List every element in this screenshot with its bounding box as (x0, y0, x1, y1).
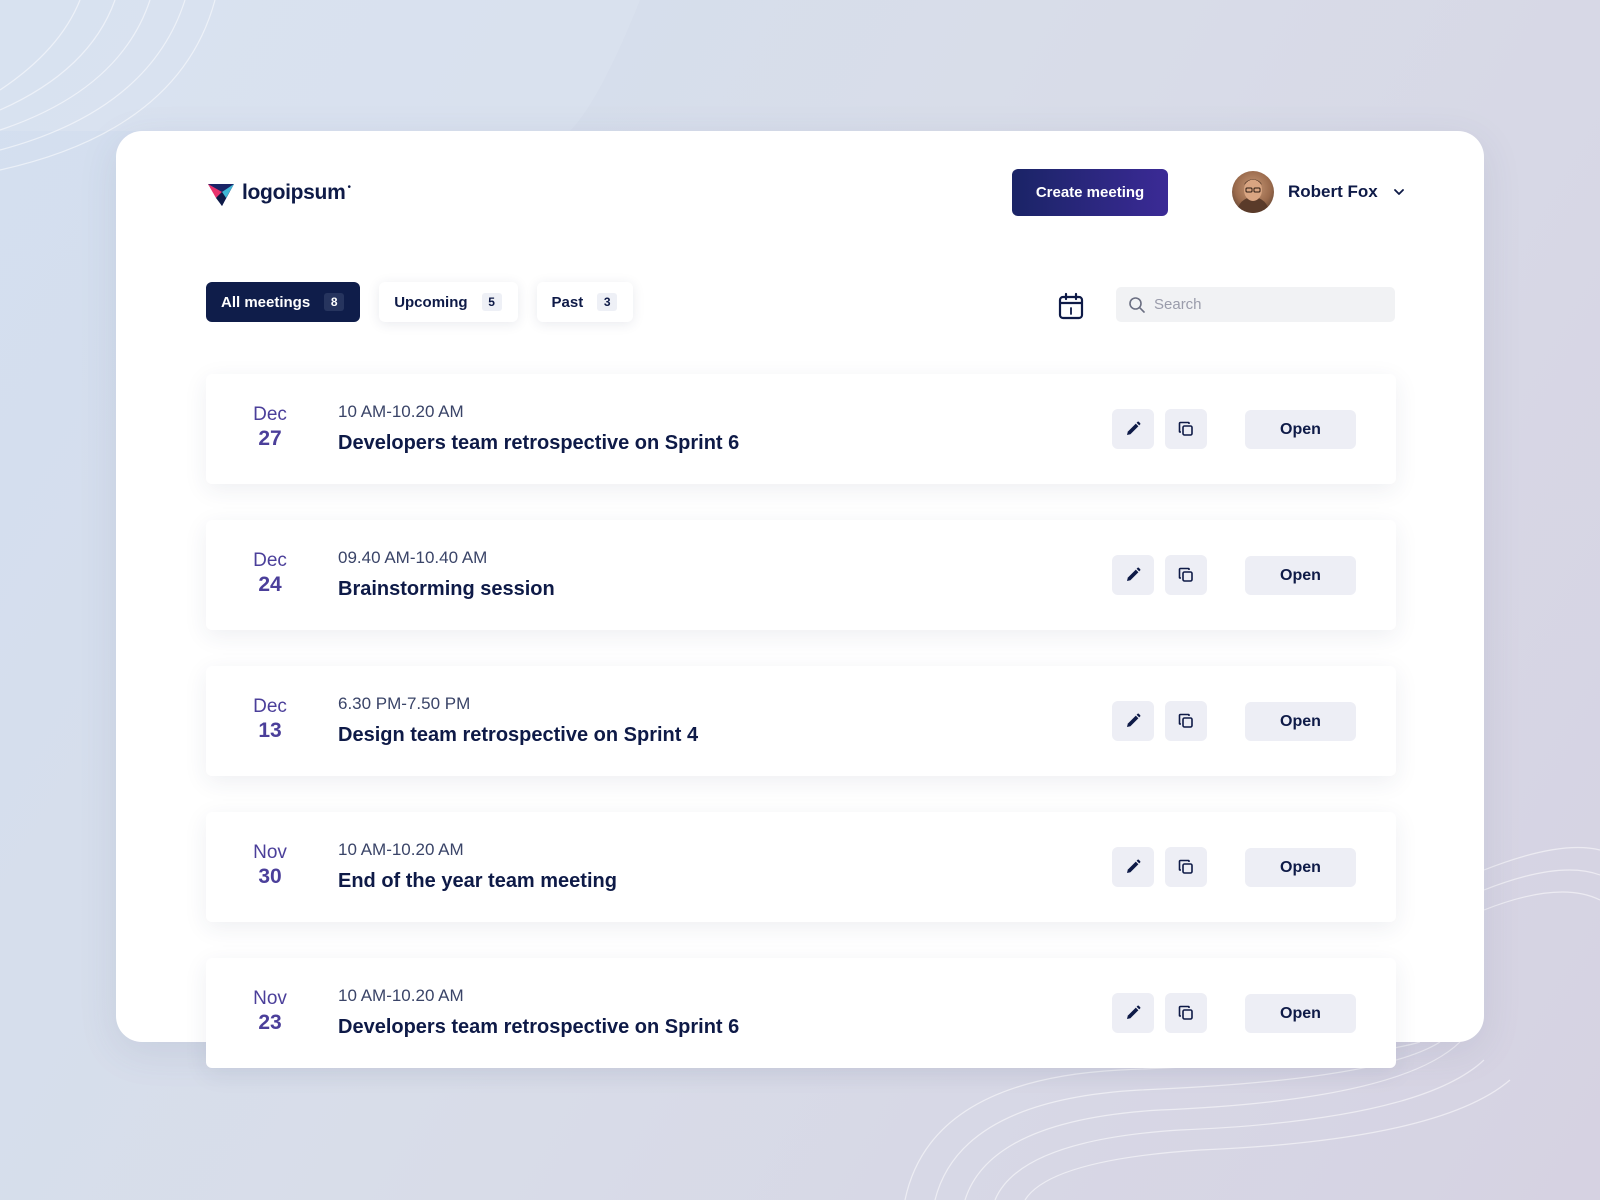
logo[interactable]: logoipsum • (206, 176, 351, 210)
meeting-row[interactable]: Nov 30 10 AM-10.20 AM End of the year te… (206, 812, 1396, 922)
date-day: 24 (258, 573, 282, 596)
date-day: 13 (258, 719, 282, 742)
duplicate-button[interactable] (1165, 555, 1207, 595)
logo-icon (208, 184, 234, 206)
user-name: Robert Fox (1288, 182, 1378, 201)
duplicate-button[interactable] (1165, 409, 1207, 449)
meeting-row[interactable]: Nov 23 10 AM-10.20 AM Developers team re… (206, 958, 1396, 1068)
meeting-row[interactable]: Dec 13 6.30 PM-7.50 PM Design team retro… (206, 666, 1396, 776)
tab-label: Past (551, 293, 584, 311)
tab-count-badge: 3 (597, 293, 618, 311)
date-day: 23 (258, 1011, 282, 1034)
date-month: Nov (253, 842, 287, 863)
open-button[interactable]: Open (1245, 848, 1356, 887)
search-input[interactable] (1154, 296, 1374, 313)
meeting-date: Dec 13 (242, 696, 298, 744)
open-button[interactable]: Open (1245, 410, 1356, 449)
copy-icon (1178, 1005, 1193, 1020)
meeting-date: Dec 27 (242, 404, 298, 452)
edit-button[interactable] (1112, 701, 1154, 741)
meeting-title: Brainstorming session (338, 578, 555, 600)
logo-text: logoipsum (242, 181, 346, 204)
avatar[interactable] (1232, 171, 1274, 213)
pencil-icon (1127, 567, 1141, 581)
meeting-time: 10 AM-10.20 AM (338, 402, 464, 421)
date-month: Dec (253, 550, 287, 571)
copy-icon (1178, 567, 1193, 582)
meeting-date: Nov 23 (242, 988, 298, 1036)
create-meeting-button[interactable]: Create meeting (1012, 169, 1168, 216)
pencil-icon (1127, 713, 1141, 727)
duplicate-button[interactable] (1165, 847, 1207, 887)
open-button[interactable]: Open (1245, 702, 1356, 741)
meeting-row[interactable]: Dec 27 10 AM-10.20 AM Developers team re… (206, 374, 1396, 484)
tab-past[interactable]: Past 3 (536, 282, 634, 322)
meeting-title: Design team retrospective on Sprint 4 (338, 724, 699, 746)
meeting-tabs: All meetings 8 Upcoming 5 Past 3 (206, 282, 634, 322)
tab-label: All meetings (221, 293, 311, 311)
search-icon (1129, 296, 1145, 313)
tab-count-badge: 8 (324, 293, 345, 311)
logo-trademark-dot: • (347, 181, 351, 193)
tab-count-badge: 5 (481, 293, 502, 311)
meeting-title: End of the year team meeting (338, 870, 617, 892)
pencil-icon (1127, 1005, 1141, 1019)
edit-button[interactable] (1112, 993, 1154, 1033)
meeting-title: Developers team retrospective on Sprint … (338, 432, 740, 454)
date-month: Dec (253, 404, 287, 425)
date-day: 27 (258, 427, 282, 450)
tab-all-meetings[interactable]: All meetings 8 (206, 282, 361, 322)
calendar-button[interactable] (1056, 290, 1086, 322)
meeting-date: Nov 30 (242, 842, 298, 890)
meeting-title: Developers team retrospective on Sprint … (338, 1016, 740, 1038)
tab-label: Upcoming (394, 293, 468, 311)
meeting-row[interactable]: Dec 24 09.40 AM-10.40 AM Brainstorming s… (206, 520, 1396, 630)
edit-button[interactable] (1112, 555, 1154, 595)
open-button[interactable]: Open (1245, 994, 1356, 1033)
duplicate-button[interactable] (1165, 701, 1207, 741)
copy-icon (1178, 859, 1193, 874)
meeting-date: Dec 24 (242, 550, 298, 598)
pencil-icon (1127, 421, 1141, 435)
chevron-down-icon[interactable] (1392, 185, 1406, 199)
pencil-icon (1127, 859, 1141, 873)
copy-icon (1178, 713, 1193, 728)
meeting-time: 09.40 AM-10.40 AM (338, 548, 488, 567)
date-month: Nov (253, 988, 287, 1009)
date-day: 30 (258, 865, 282, 888)
duplicate-button[interactable] (1165, 993, 1207, 1033)
tab-upcoming[interactable]: Upcoming 5 (379, 282, 518, 322)
date-month: Dec (253, 696, 287, 717)
meeting-list: Dec 27 10 AM-10.20 AM Developers team re… (206, 374, 1396, 1104)
user-menu[interactable]: Robert Fox (1232, 171, 1406, 213)
search-box[interactable] (1116, 287, 1395, 322)
edit-button[interactable] (1112, 409, 1154, 449)
edit-button[interactable] (1112, 847, 1154, 887)
copy-icon (1178, 421, 1193, 436)
open-button[interactable]: Open (1245, 556, 1356, 595)
meeting-time: 6.30 PM-7.50 PM (338, 694, 471, 713)
meeting-time: 10 AM-10.20 AM (338, 840, 464, 859)
calendar-icon (1058, 292, 1084, 320)
meeting-time: 10 AM-10.20 AM (338, 986, 464, 1005)
